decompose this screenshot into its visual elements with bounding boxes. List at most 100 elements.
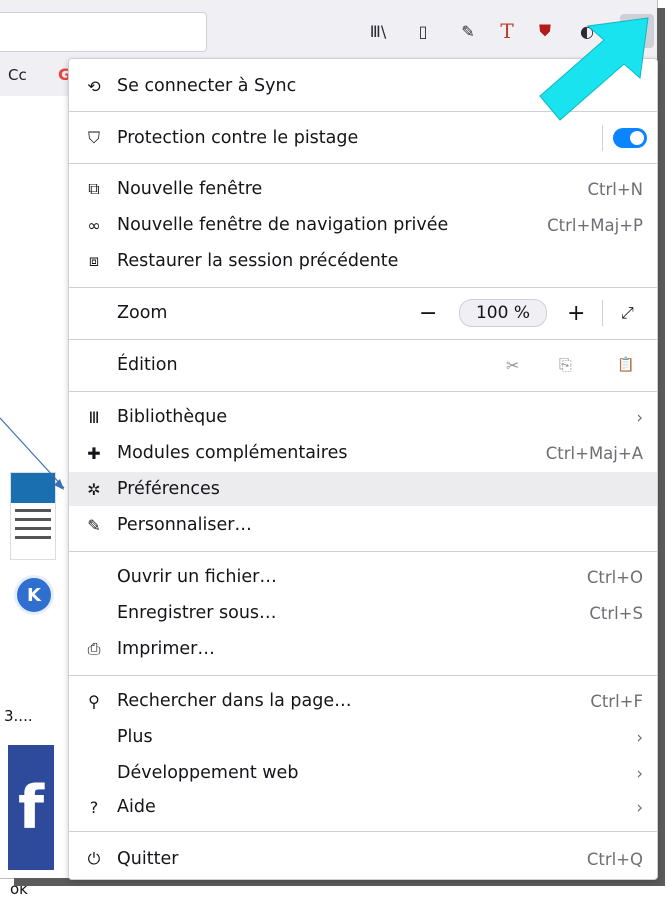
menu-item-label: Développement web (117, 763, 299, 783)
menu-item-preferences[interactable]: ✲ Préférences (69, 472, 657, 506)
menu-item-more[interactable]: Plus › (69, 720, 657, 754)
menu-item-label: Bibliothèque (117, 407, 228, 427)
gear-icon: ✲ (87, 479, 101, 499)
vertical-separator (602, 300, 603, 326)
menu-item-new-window[interactable]: ⧉ Nouvelle fenêtre Ctrl+N (69, 172, 657, 206)
menu-separator (69, 111, 657, 112)
menu-item-find[interactable]: ⚲ Rechercher dans la page… Ctrl+F (69, 684, 657, 718)
shortcut-label: Ctrl+O (586, 567, 643, 587)
menu-item-print[interactable]: ⎙ Imprimer… (69, 632, 657, 666)
menu-item-tracking-protection[interactable]: ⛉ Protection contre le pistage (69, 121, 657, 155)
toggle-knob (630, 131, 644, 145)
menu-item-zoom: Zoom − 100 % + ⤢ (69, 296, 657, 330)
library-icon[interactable]: Ⅲ\ (365, 18, 391, 44)
menu-item-label: Modules complémentaires (117, 443, 348, 463)
shortcut-label: Ctrl+N (587, 179, 643, 199)
chevron-right-icon: › (636, 763, 643, 783)
library-icon: Ⅲ (88, 407, 100, 427)
site-tile-header (11, 473, 55, 503)
paintbrush-icon: ✎ (87, 515, 101, 535)
chevron-right-icon: › (636, 407, 643, 427)
menu-item-label: Zoom (117, 303, 168, 323)
menu-item-help[interactable]: ? Aide › (69, 790, 657, 824)
menu-item-label: Imprimer… (117, 639, 215, 659)
text-extension-icon[interactable]: T (494, 18, 520, 44)
menu-item-addons[interactable]: ✚ Modules complémentaires Ctrl+Maj+A (69, 436, 657, 470)
menu-item-label: Quitter (117, 849, 179, 869)
menu-item-label: Édition (117, 355, 178, 375)
shortcut-label: Ctrl+S (589, 603, 643, 623)
hamburger-menu-icon[interactable]: ☰ (620, 14, 654, 48)
menu-item-web-developer[interactable]: Développement web › (69, 756, 657, 790)
shortcut-label: Ctrl+Q (586, 849, 643, 869)
extension-glyph-2: ◐ (580, 21, 594, 41)
menu-item-library[interactable]: Ⅲ Bibliothèque › (69, 400, 657, 434)
url-bar[interactable] (0, 12, 207, 52)
menu-item-sync[interactable]: ⟲ Se connecter à Sync (69, 69, 657, 103)
ublock-icon[interactable]: ⛊ (532, 18, 558, 44)
extension-icon-2[interactable]: ◐ (574, 18, 600, 44)
zoom-in-button[interactable]: + (567, 301, 585, 326)
k-glyph: K (27, 584, 41, 606)
menu-separator (69, 163, 657, 164)
paste-icon[interactable]: 📋 (617, 357, 634, 373)
facebook-glyph: f (17, 772, 45, 843)
menu-glyph: ☰ (628, 19, 646, 43)
menu-item-restore-session[interactable]: ⧈ Restaurer la session précédente (69, 244, 657, 278)
text-extension-glyph: T (500, 19, 514, 43)
copy-icon[interactable]: ⎘ (559, 355, 572, 375)
k-site-icon[interactable]: K (14, 575, 54, 615)
library-glyph: Ⅲ\ (369, 21, 387, 41)
facebook-icon[interactable]: f (8, 745, 54, 870)
menu-item-label: Personnaliser… (117, 515, 252, 535)
app-menu-panel: ⟲ Se connecter à Sync ⛉ Protection contr… (68, 58, 658, 880)
menu-item-label: Ouvrir un fichier… (117, 567, 277, 587)
menu-item-open-file[interactable]: Ouvrir un fichier… Ctrl+O (69, 560, 657, 594)
vertical-separator (602, 125, 603, 151)
menu-item-customize[interactable]: ✎ Personnaliser… (69, 508, 657, 542)
private-mask-icon: ∞ (87, 215, 101, 235)
puzzle-icon: ✚ (87, 443, 101, 463)
shortcut-label: Ctrl+Maj+A (545, 443, 643, 463)
power-icon: ⏻ (87, 849, 101, 868)
printer-icon: ⎙ (87, 639, 101, 658)
sidebar-glyph: ▯ (418, 21, 428, 41)
menu-item-label: Aide (117, 797, 156, 817)
site-tile[interactable] (10, 472, 56, 560)
site-label: 3.... (4, 707, 33, 725)
tracking-toggle[interactable] (613, 128, 647, 148)
menu-item-label: Se connecter à Sync (117, 76, 297, 96)
menu-separator (69, 391, 657, 392)
help-icon: ? (89, 797, 99, 817)
menu-item-label: Nouvelle fenêtre de navigation privée (117, 215, 449, 235)
chevron-right-icon: › (636, 797, 643, 817)
menu-item-quit[interactable]: ⏻ Quitter Ctrl+Q (69, 842, 657, 876)
sidebar-icon[interactable]: ▯ (410, 18, 436, 44)
menu-item-label: Enregistrer sous… (117, 603, 277, 623)
menu-item-label: Rechercher dans la page… (117, 691, 352, 711)
page-shadow (657, 8, 665, 886)
shortcut-label: Ctrl+F (590, 691, 643, 711)
menu-item-edit: Édition ✂ ⎘ 📋 (69, 348, 657, 382)
restore-session-icon: ⧈ (88, 251, 100, 270)
bookmark-item[interactable]: Cc (8, 66, 27, 84)
menu-item-label: Restaurer la session précédente (117, 251, 399, 271)
menu-separator (69, 831, 657, 832)
zoom-out-button[interactable]: − (419, 301, 437, 326)
menu-separator (69, 675, 657, 676)
menu-item-label: Plus (117, 727, 153, 747)
menu-item-label: Protection contre le pistage (117, 128, 359, 148)
new-window-icon: ⧉ (88, 179, 100, 198)
shield-icon: ⛉ (87, 128, 100, 147)
shortcut-label: Ctrl+Maj+P (547, 215, 643, 235)
zoom-reset-button[interactable]: 100 % (459, 299, 547, 327)
fullscreen-icon[interactable]: ⤢ (621, 303, 634, 323)
menu-separator (69, 287, 657, 288)
menu-item-save-as[interactable]: Enregistrer sous… Ctrl+S (69, 596, 657, 630)
extension-icon[interactable]: ✎ (455, 18, 481, 44)
menu-item-private-window[interactable]: ∞ Nouvelle fenêtre de navigation privée … (69, 208, 657, 242)
cut-icon[interactable]: ✂ (506, 356, 519, 375)
ublock-glyph: ⛊ (538, 21, 551, 40)
chevron-right-icon: › (636, 727, 643, 747)
site-tile-lines (11, 509, 55, 539)
